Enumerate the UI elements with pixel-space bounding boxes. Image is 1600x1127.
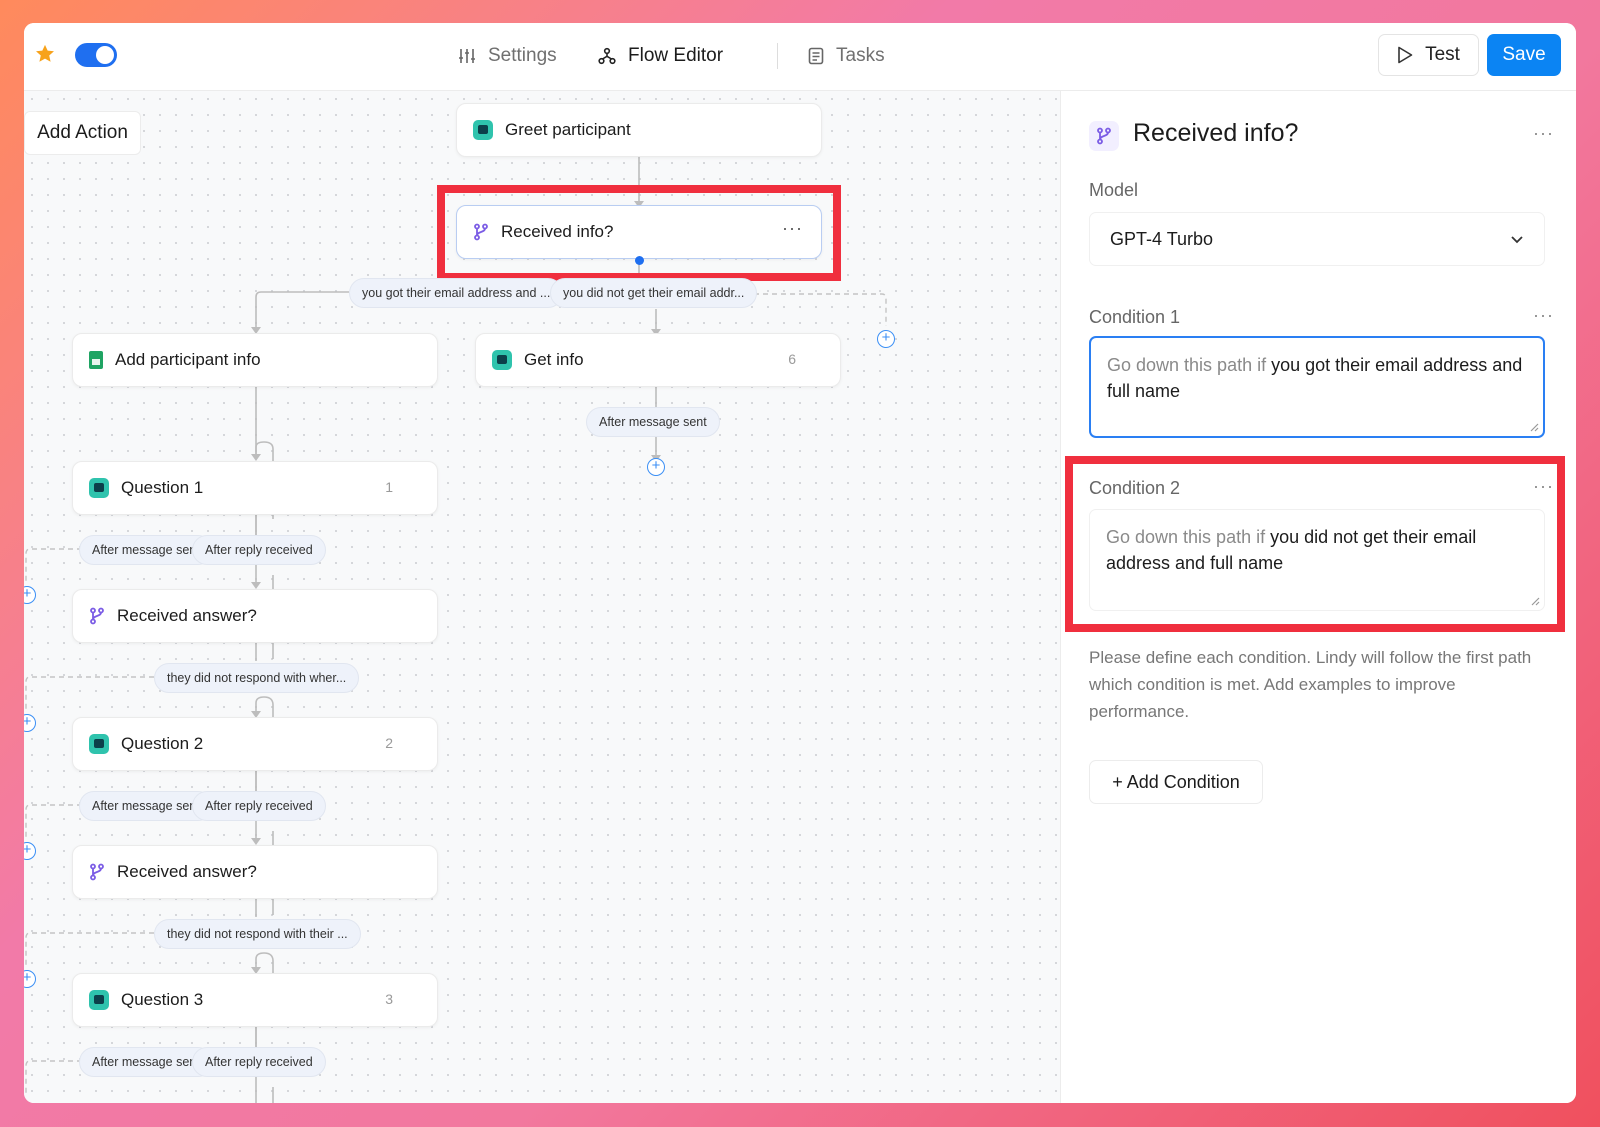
message-icon — [89, 734, 109, 754]
star-icon[interactable] — [34, 43, 56, 65]
model-label: Model — [1089, 180, 1139, 200]
properties-panel: Received info? ··· Model GPT-4 Turbo Con… — [1060, 91, 1576, 1103]
trigger-after-reply-received[interactable]: After reply received — [192, 535, 326, 565]
branch-icon — [1089, 121, 1119, 151]
node-label: Received answer? — [117, 606, 257, 625]
node-step-count: 6 — [788, 351, 796, 367]
spreadsheet-icon — [89, 351, 103, 369]
message-icon — [492, 350, 512, 370]
branch-icon — [90, 863, 104, 881]
node-greet-participant[interactable]: Greet participant — [456, 103, 822, 157]
node-received-answer-2[interactable]: Received answer? — [72, 845, 438, 899]
branch-condition-no-response[interactable]: they did not respond with wher... — [154, 663, 360, 693]
branch-condition-no[interactable]: you did not get their email addr... — [550, 278, 758, 308]
toggle-knob — [96, 46, 114, 64]
node-label: Question 1 — [121, 478, 204, 497]
node-label: Greet participant — [505, 120, 631, 139]
tab-settings[interactable]: Settings — [458, 42, 557, 70]
flow-icon — [598, 47, 616, 65]
document-icon — [808, 47, 824, 65]
play-icon — [1398, 46, 1413, 64]
highlight-box — [1065, 456, 1565, 632]
message-icon — [473, 120, 493, 140]
add-condition-button[interactable]: + Add Condition — [1089, 760, 1263, 804]
tab-flow-editor[interactable]: Flow Editor — [598, 42, 723, 70]
condition-1-input[interactable]: Go down this path if you got their email… — [1089, 336, 1545, 438]
tab-tasks-label: Tasks — [836, 45, 885, 66]
flow-canvas[interactable]: Add Action Greet participant Received in… — [24, 91, 1060, 1103]
node-label: Received answer? — [117, 862, 257, 881]
node-add-participant-info[interactable]: Add participant info — [72, 333, 438, 387]
model-select-value: GPT-4 Turbo — [1110, 228, 1214, 249]
node-label: Add participant info — [115, 350, 261, 369]
branch-icon — [90, 607, 104, 625]
add-step-button[interactable]: + — [647, 458, 665, 476]
branch-condition-no-response[interactable]: they did not respond with their ... — [154, 919, 361, 949]
node-received-answer-1[interactable]: Received answer? — [72, 589, 438, 643]
panel-menu-button[interactable]: ··· — [1533, 123, 1554, 144]
condition-1-menu-button[interactable]: ··· — [1533, 305, 1554, 326]
resize-handle-icon[interactable] — [1529, 422, 1539, 432]
node-step-count: 1 — [385, 479, 393, 495]
save-button[interactable]: Save — [1487, 34, 1561, 76]
node-step-count: 2 — [385, 735, 393, 751]
branch-condition-yes[interactable]: you got their email address and ... — [349, 278, 564, 308]
tab-flow-editor-label: Flow Editor — [628, 45, 724, 66]
chevron-down-icon — [1511, 235, 1523, 243]
add-action-button[interactable]: Add Action — [24, 111, 141, 155]
tab-divider — [777, 43, 778, 69]
enable-toggle[interactable] — [75, 43, 117, 67]
trigger-after-reply-received[interactable]: After reply received — [192, 791, 326, 821]
sliders-icon — [459, 49, 475, 63]
node-question-3[interactable]: Question 3 3 — [72, 973, 438, 1027]
help-text: Please define each condition. Lindy will… — [1089, 648, 1532, 721]
node-question-1[interactable]: Question 1 1 — [72, 461, 438, 515]
node-get-info[interactable]: Get info 6 — [475, 333, 841, 387]
tab-tasks[interactable]: Tasks — [808, 42, 885, 70]
message-icon — [89, 990, 109, 1010]
condition-1-label: Condition 1 — [1089, 307, 1181, 327]
node-step-count: 3 — [385, 991, 393, 1007]
tab-settings-label: Settings — [488, 45, 557, 66]
trigger-after-message-sent[interactable]: After message sent — [586, 407, 720, 437]
add-step-button[interactable]: + — [877, 330, 895, 348]
model-select[interactable]: GPT-4 Turbo — [1089, 212, 1545, 266]
test-button-label: Test — [1425, 44, 1460, 65]
node-label: Question 3 — [121, 990, 204, 1009]
node-question-2[interactable]: Question 2 2 — [72, 717, 438, 771]
panel-title: Received info? — [1133, 119, 1299, 147]
message-icon — [89, 478, 109, 498]
app-window: Settings Flow Editor Tasks Test Save Add… — [24, 23, 1576, 1103]
condition-1-prefix: Go down this path if — [1107, 355, 1272, 375]
top-bar: Settings Flow Editor Tasks Test Save — [24, 23, 1576, 91]
highlight-box — [437, 185, 841, 281]
node-label: Get info — [524, 350, 584, 369]
trigger-after-reply-received[interactable]: After reply received — [192, 1047, 326, 1077]
test-button[interactable]: Test — [1378, 34, 1479, 76]
node-label: Question 2 — [121, 734, 204, 753]
